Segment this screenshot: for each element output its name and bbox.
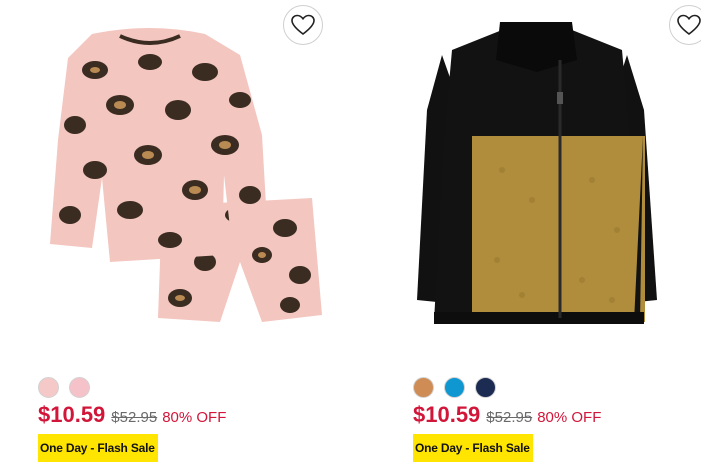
original-price: $52.95: [111, 409, 158, 426]
heart-outline-icon: [677, 14, 701, 36]
discount-label: 80% OFF: [162, 409, 227, 426]
original-price: $52.95: [486, 409, 533, 426]
product-image-sherpa-jacket[interactable]: [372, 0, 701, 345]
color-swatches: [413, 377, 496, 398]
sherpa-jacket-illustration: [417, 22, 657, 324]
wishlist-button[interactable]: [283, 5, 323, 45]
color-swatch[interactable]: [413, 377, 434, 398]
product-card[interactable]: $10.59 $52.95 80% OFF One Day - Flash Sa…: [372, 0, 701, 463]
color-swatch[interactable]: [475, 377, 496, 398]
price-row: $10.59 $52.95 80% OFF: [413, 402, 601, 428]
wishlist-button[interactable]: [669, 5, 701, 45]
leopard-pajama-illustration: [50, 28, 322, 322]
price-row: $10.59 $52.95 80% OFF: [38, 402, 226, 428]
color-swatch[interactable]: [38, 377, 59, 398]
heart-outline-icon: [291, 14, 315, 36]
sale-price: $10.59: [413, 402, 481, 427]
flash-sale-badge: One Day - Flash Sale: [413, 434, 533, 462]
color-swatches: [38, 377, 90, 398]
product-image-pajama-set[interactable]: [0, 0, 330, 345]
color-swatch[interactable]: [444, 377, 465, 398]
discount-label: 80% OFF: [537, 409, 602, 426]
product-card[interactable]: $10.59 $52.95 80% OFF One Day - Flash Sa…: [0, 0, 330, 463]
sale-price: $10.59: [38, 402, 106, 427]
flash-sale-badge: One Day - Flash Sale: [38, 434, 158, 462]
color-swatch[interactable]: [69, 377, 90, 398]
